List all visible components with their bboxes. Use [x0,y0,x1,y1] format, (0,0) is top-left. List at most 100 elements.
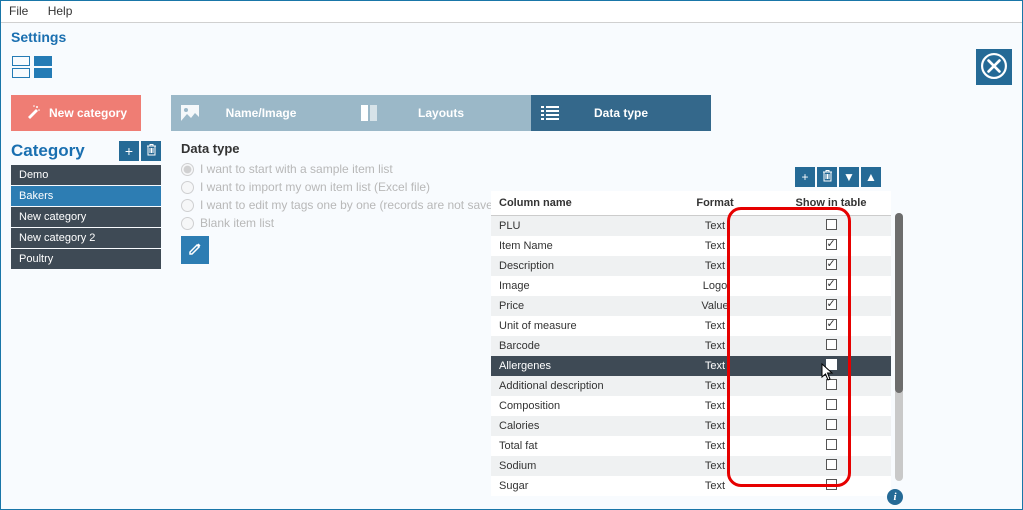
tab-name-image[interactable]: Name/Image [171,95,351,131]
col-header-format[interactable]: Format [659,191,771,216]
table-row[interactable]: PLUText [491,216,891,237]
pencil-icon [188,242,202,259]
cell-format: Text [659,376,771,396]
table-move-down-button[interactable]: ▼ [839,167,859,187]
cell-show-in-table [771,236,891,256]
show-checkbox[interactable] [826,399,837,410]
show-checkbox[interactable] [826,239,837,250]
category-item[interactable]: Bakers [11,186,161,206]
edit-button[interactable] [181,236,209,264]
new-category-button[interactable]: New category [11,95,141,131]
category-item[interactable]: Demo [11,165,161,185]
cell-column-name: Description [491,256,659,276]
show-checkbox[interactable] [826,359,837,370]
table-row[interactable]: Unit of measureText [491,316,891,336]
sidebar: Category + DemoBakersNew categoryNew cat… [11,141,161,270]
table-row[interactable]: AllergenesText [491,356,891,376]
app-window: File Help Settings New ca [0,0,1023,510]
data-source-option[interactable]: I want to start with a sample item list [181,162,1012,176]
table-row[interactable]: CompositionText [491,396,891,416]
show-checkbox[interactable] [826,319,837,330]
cell-column-name: Allergenes [491,356,659,376]
table-delete-button[interactable] [817,167,837,187]
cell-show-in-table [771,216,891,237]
menu-help[interactable]: Help [48,4,73,18]
show-checkbox[interactable] [826,339,837,350]
table-move-up-button[interactable]: ▲ [861,167,881,187]
table-row[interactable]: PriceValue [491,296,891,316]
table-row[interactable]: BarcodeText [491,336,891,356]
radio-input[interactable] [181,199,194,212]
wand-icon [25,104,49,123]
cell-show-in-table [771,476,891,496]
category-item[interactable]: New category [11,207,161,227]
category-heading: Category [11,141,85,161]
cell-column-name: Sugar [491,476,659,496]
show-checkbox[interactable] [826,439,837,450]
show-checkbox[interactable] [826,379,837,390]
scroll-thumb[interactable] [895,213,903,393]
show-checkbox[interactable] [826,299,837,310]
table-add-button[interactable]: + [795,167,815,187]
cell-format: Text [659,356,771,376]
show-checkbox[interactable] [826,219,837,230]
show-checkbox[interactable] [826,279,837,290]
cell-format: Logo [659,276,771,296]
view-toggle[interactable] [11,55,55,79]
cell-format: Text [659,316,771,336]
cell-show-in-table [771,416,891,436]
radio-input[interactable] [181,181,194,194]
cell-format: Text [659,456,771,476]
table-row[interactable]: SodiumText [491,456,891,476]
cell-show-in-table [771,376,891,396]
cell-column-name: Item Name [491,236,659,256]
cell-format: Text [659,396,771,416]
trash-icon [146,143,157,159]
page-title: Settings [11,29,66,45]
trash-icon [822,170,833,185]
table-row[interactable]: ImageLogo [491,276,891,296]
table-row[interactable]: SugarText [491,476,891,496]
show-checkbox[interactable] [826,419,837,430]
category-item[interactable]: Poultry [11,249,161,269]
cell-format: Text [659,476,771,496]
cell-format: Text [659,416,771,436]
section-title: Data type [181,141,1012,156]
cell-show-in-table [771,336,891,356]
cell-show-in-table [771,436,891,456]
col-header-show[interactable]: Show in table [771,191,891,216]
cell-format: Text [659,256,771,276]
table-row[interactable]: DescriptionText [491,256,891,276]
tab-layouts[interactable]: Layouts [351,95,531,131]
radio-input[interactable] [181,163,194,176]
tabs-row: New category Name/Image Layouts Data typ… [11,95,1012,131]
col-header-name[interactable]: Column name [491,191,659,216]
delete-category-button[interactable] [141,141,161,161]
category-item[interactable]: New category 2 [11,228,161,248]
table-row[interactable]: Item NameText [491,236,891,256]
cell-show-in-table [771,276,891,296]
show-checkbox[interactable] [826,259,837,270]
cell-show-in-table [771,296,891,316]
tab-data-type[interactable]: Data type [531,95,711,131]
data-type-table: Column name Format Show in table PLUText… [491,191,891,496]
table-row[interactable]: CaloriesText [491,416,891,436]
cell-column-name: Total fat [491,436,659,456]
show-checkbox[interactable] [826,479,837,490]
table-row[interactable]: Additional descriptionText [491,376,891,396]
cell-column-name: Composition [491,396,659,416]
info-button[interactable]: i [887,489,903,505]
table-scrollbar[interactable] [895,213,903,481]
show-checkbox[interactable] [826,459,837,470]
plus-icon: + [801,170,808,184]
add-category-button[interactable]: + [119,141,139,161]
close-button[interactable] [976,49,1012,85]
cell-column-name: Sodium [491,456,659,476]
cell-column-name: Barcode [491,336,659,356]
menubar: File Help [1,1,1022,23]
menu-file[interactable]: File [9,4,28,18]
radio-input[interactable] [181,217,194,230]
cell-show-in-table [771,396,891,416]
table-row[interactable]: Total fatText [491,436,891,456]
new-category-label: New category [49,106,127,120]
